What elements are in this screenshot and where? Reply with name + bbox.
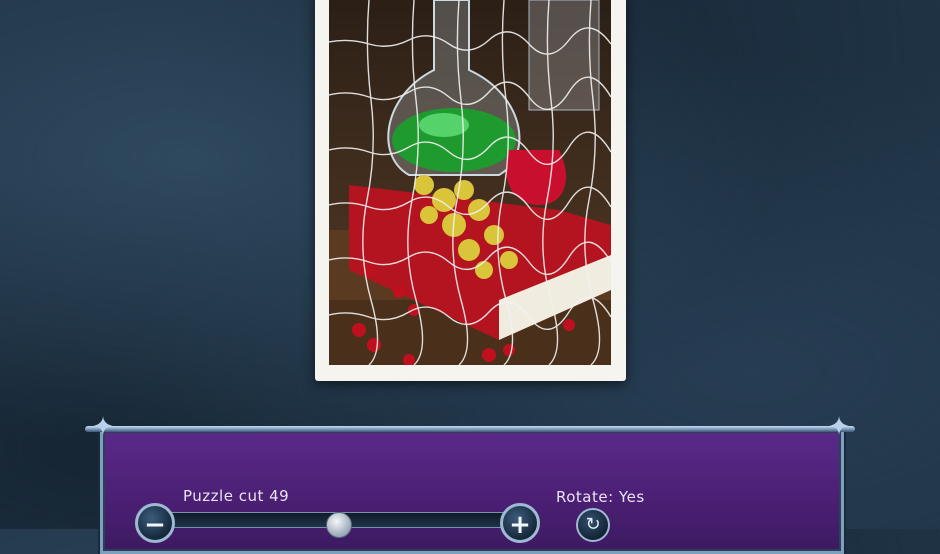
puzzle-artwork bbox=[329, 0, 611, 365]
panel-ornament-left-icon: ✦ bbox=[92, 412, 114, 442]
panel-top-rail bbox=[85, 426, 855, 432]
rotate-label: Rotate: Yes bbox=[556, 488, 645, 506]
decrease-pieces-button[interactable]: − bbox=[135, 503, 175, 543]
panel-ornament-right-icon: ✦ bbox=[828, 412, 850, 442]
puzzle-cut-label: Puzzle cut 49 bbox=[183, 487, 290, 505]
puzzle-cut-slider-knob[interactable] bbox=[325, 512, 352, 538]
puzzle-preview-image bbox=[329, 0, 611, 365]
puzzle-preview-frame bbox=[315, 0, 626, 381]
rotate-toggle-icon[interactable]: ↻ bbox=[576, 508, 610, 542]
increase-pieces-button[interactable]: + bbox=[500, 503, 540, 543]
